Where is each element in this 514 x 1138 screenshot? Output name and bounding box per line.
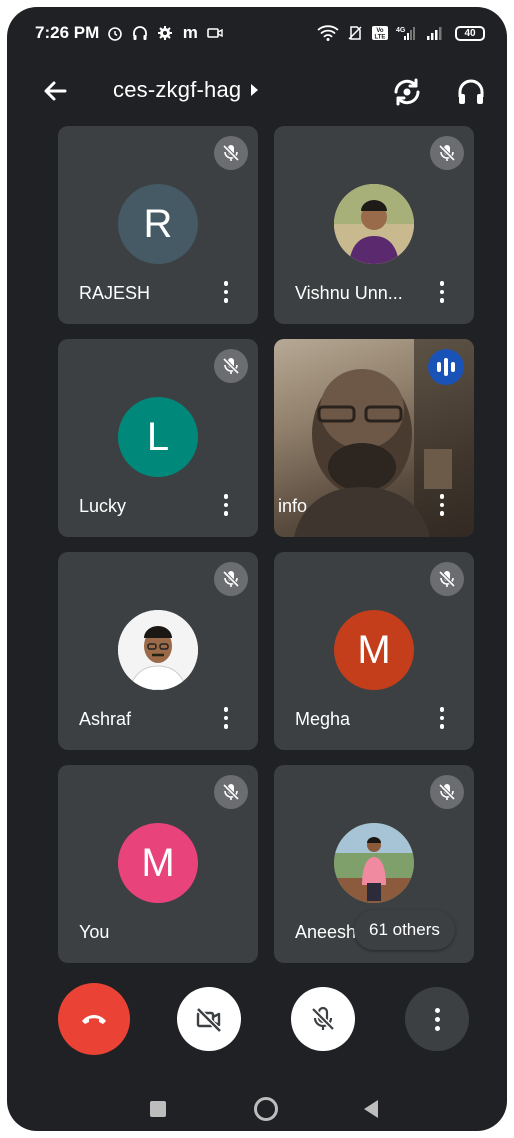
- switch-camera-icon: [394, 78, 420, 106]
- participant-tile[interactable]: Ashraf: [58, 552, 258, 750]
- avatar: L: [118, 397, 198, 477]
- more-vert-icon: [434, 1007, 440, 1013]
- mic-off-icon: [430, 775, 464, 809]
- avatar-photo: [118, 610, 198, 690]
- participant-tile[interactable]: M Megha: [274, 552, 474, 750]
- mic-off-icon: [311, 1006, 335, 1031]
- more-vert-icon[interactable]: [430, 280, 454, 304]
- audio-output-button[interactable]: [454, 75, 488, 109]
- headphones-icon: [458, 79, 484, 104]
- participant-name: info: [278, 496, 308, 516]
- others-count-chip[interactable]: 61 others: [354, 910, 455, 950]
- avatar: M: [334, 610, 414, 690]
- avatar-photo: [334, 184, 414, 264]
- camera-off-icon: [196, 1007, 222, 1033]
- participant-name: Aneesh: [295, 922, 357, 942]
- back-triangle-icon[interactable]: [364, 1100, 378, 1118]
- mic-toggle-button[interactable]: [291, 987, 355, 1051]
- meeting-code: ces-zkgf-hag: [113, 77, 242, 102]
- battery-icon: 40: [455, 25, 485, 41]
- participant-name: Ashraf: [79, 709, 132, 729]
- home-icon[interactable]: [254, 1097, 278, 1121]
- svg-text:4G: 4G: [396, 27, 406, 34]
- participant-name: Vishnu Unn...: [295, 283, 403, 303]
- video-call-icon: [206, 24, 224, 42]
- participant-tile[interactable]: Vishnu Unn...: [274, 126, 474, 324]
- meeting-code-button[interactable]: ces-zkgf-hag: [113, 77, 259, 103]
- more-vert-icon[interactable]: [430, 493, 454, 517]
- mic-off-icon: [214, 775, 248, 809]
- mic-off-icon: [430, 136, 464, 170]
- speaking-indicator-icon: [428, 349, 464, 385]
- m-icon: m: [182, 23, 198, 42]
- arrow-back-icon: [44, 81, 67, 101]
- more-options-button[interactable]: [405, 987, 469, 1051]
- avatar: [118, 610, 198, 690]
- mic-off-icon: [214, 136, 248, 170]
- alarm-icon: [106, 24, 124, 42]
- more-vert-icon[interactable]: [430, 706, 454, 730]
- mic-off-icon: [214, 349, 248, 383]
- status-bar: 7:26 PM m Vo LTE 4G 40: [7, 7, 507, 59]
- app-bar: ces-zkgf-hag: [7, 61, 507, 121]
- end-call-icon: [82, 1015, 106, 1024]
- participant-tile[interactable]: R RAJESH: [58, 126, 258, 324]
- avatar: R: [118, 184, 198, 264]
- participant-tile[interactable]: L Lucky: [58, 339, 258, 537]
- participant-video-tile[interactable]: info: [274, 339, 474, 537]
- participant-name: Megha: [295, 709, 351, 729]
- recents-icon[interactable]: [150, 1101, 166, 1117]
- participant-name: You: [79, 922, 110, 942]
- system-nav-bar: [7, 1077, 507, 1131]
- signal-icon: [425, 24, 445, 42]
- svg-text:Vo: Vo: [376, 28, 384, 34]
- svg-text:LTE: LTE: [375, 35, 386, 41]
- more-vert-icon[interactable]: [214, 493, 238, 517]
- meet-screen: 7:26 PM m Vo LTE 4G 40 ces-zkgf-hag R RA…: [7, 7, 507, 1131]
- avatar: [334, 823, 414, 903]
- avatar: [334, 184, 414, 264]
- switch-camera-button[interactable]: [390, 75, 424, 109]
- participant-name: RAJESH: [79, 283, 151, 303]
- camera-toggle-button[interactable]: [177, 987, 241, 1051]
- back-button[interactable]: [39, 75, 71, 107]
- settings-icon: [156, 24, 174, 42]
- avatar: M: [118, 823, 198, 903]
- end-call-button[interactable]: [58, 983, 130, 1055]
- participant-name: Lucky: [79, 496, 127, 516]
- mic-off-icon: [214, 562, 248, 596]
- more-vert-icon[interactable]: [214, 706, 238, 730]
- self-tile[interactable]: M You: [58, 765, 258, 963]
- mic-off-icon: [430, 562, 464, 596]
- caret-right-icon: [251, 84, 259, 96]
- avatar-photo: [334, 823, 414, 903]
- wifi-icon: [317, 24, 339, 42]
- more-vert-icon[interactable]: [214, 280, 238, 304]
- status-time: 7:26 PM: [35, 23, 100, 42]
- no-sim-icon: [346, 24, 364, 42]
- signal-4g-icon: 4G: [396, 24, 418, 42]
- headphones-icon: [131, 24, 149, 42]
- volte-icon: Vo LTE: [371, 24, 389, 42]
